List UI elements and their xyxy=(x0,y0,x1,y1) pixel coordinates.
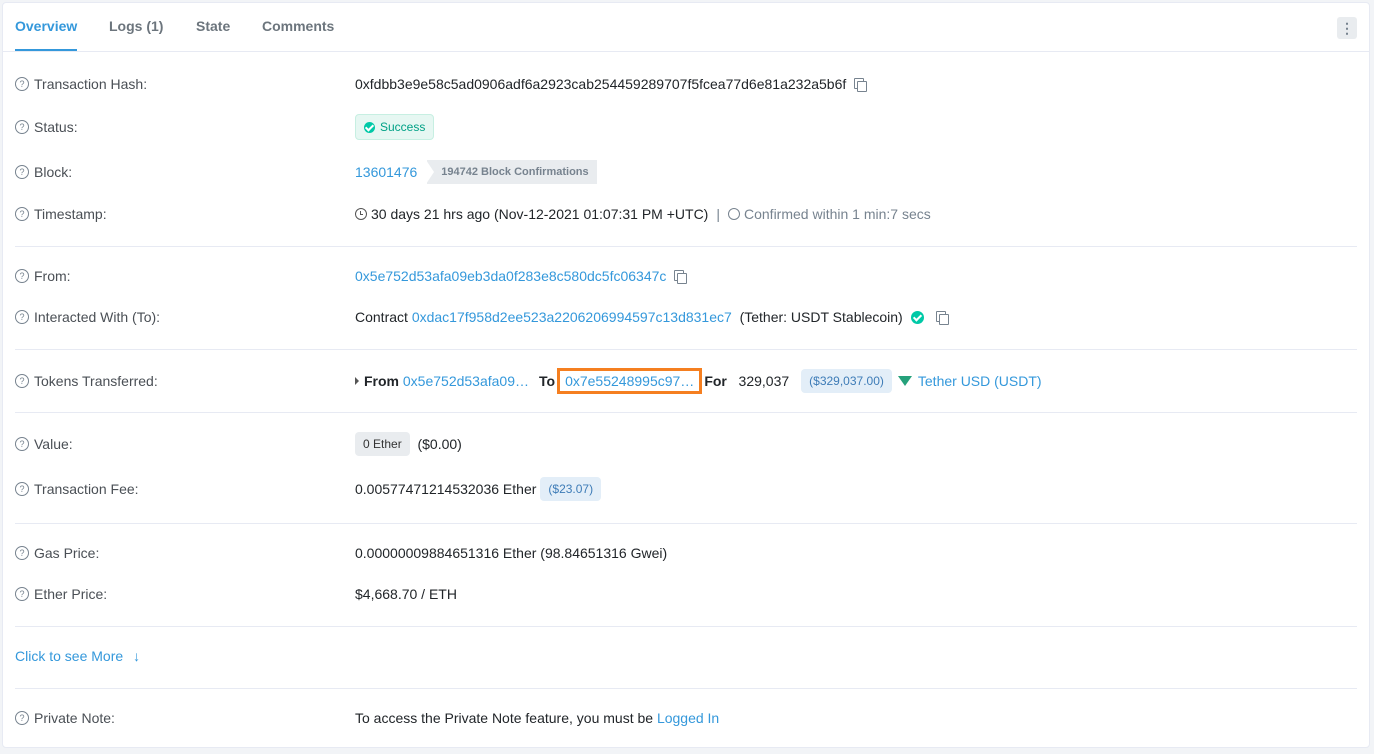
from-address-link[interactable]: 0x5e752d53afa09eb3da0f283e8c580dc5fc0634… xyxy=(355,268,666,284)
divider xyxy=(15,349,1357,350)
fee-usd-badge: ($23.07) xyxy=(540,477,602,501)
label-ether-price: Ether Price: xyxy=(34,586,108,602)
token-to-address-link[interactable]: 0x7e55248995c97… xyxy=(565,373,694,389)
highlight-box: 0x7e55248995c97… xyxy=(557,368,703,394)
stopwatch-icon xyxy=(728,208,740,220)
tab-bar: Overview Logs (1) State Comments ⋮ xyxy=(3,3,1369,52)
label-private-note: Private Note: xyxy=(34,710,115,726)
label-transaction-fee: Transaction Fee: xyxy=(34,481,139,497)
row-tokens-transferred: ? Tokens Transferred: From 0x5e752d53afa0… xyxy=(3,366,1369,396)
row-value: ? Value: 0 Ether ($0.00) xyxy=(3,429,1369,459)
vertical-dots-icon: ⋮ xyxy=(1340,19,1354,36)
clock-icon xyxy=(355,208,367,220)
row-from: ? From: 0x5e752d53afa09eb3da0f283e8c580dc… xyxy=(3,261,1369,291)
token-from-address-link[interactable]: 0x5e752d53afa09… xyxy=(403,373,529,389)
row-ether-price: ? Ether Price: $4,668.70 / ETH xyxy=(3,579,1369,609)
contract-address-link[interactable]: 0xdac17f958d2ee523a2206206994597c13d831e… xyxy=(412,309,732,325)
check-circle-icon xyxy=(364,121,375,133)
divider xyxy=(15,246,1357,247)
confirmed-within-text: Confirmed within 1 min:7 secs xyxy=(744,206,931,222)
row-gas-price: ? Gas Price: 0.00000009884651316 Ether (9… xyxy=(3,538,1369,568)
verified-check-icon xyxy=(910,310,924,324)
divider xyxy=(15,626,1357,627)
see-more-label: Click to see More xyxy=(15,648,124,664)
help-icon[interactable]: ? xyxy=(15,587,29,601)
divider xyxy=(15,412,1357,413)
tether-gem-icon xyxy=(897,376,912,386)
timestamp-value: 30 days 21 hrs ago (Nov-12-2021 01:07:31… xyxy=(371,206,709,222)
copy-icon[interactable] xyxy=(935,310,949,325)
gas-price-value: 0.00000009884651316 Ether (98.84651316 G… xyxy=(355,545,668,561)
value-usd: ($0.00) xyxy=(417,436,462,452)
token-from-label: From xyxy=(364,373,399,389)
label-interacted-with: Interacted With (To): xyxy=(34,309,161,325)
contract-prefix: Contract xyxy=(355,309,408,325)
row-timestamp: ? Timestamp: 30 days 21 hrs ago (Nov-12-2… xyxy=(3,199,1369,229)
divider xyxy=(15,523,1357,524)
separator: | xyxy=(716,206,720,222)
block-number-link[interactable]: 13601476 xyxy=(355,164,417,180)
label-block: Block: xyxy=(34,164,73,180)
row-transaction-hash: ? Transaction Hash: 0xfdbb3e9e58c5ad0906a… xyxy=(3,69,1369,99)
status-badge: Success xyxy=(355,114,435,140)
ether-value-badge: 0 Ether xyxy=(355,432,410,456)
copy-icon[interactable] xyxy=(854,77,868,92)
tab-state[interactable]: State xyxy=(196,3,230,51)
tab-comments[interactable]: Comments xyxy=(262,3,334,51)
arrow-down-icon: ↓ xyxy=(133,648,141,664)
label-status: Status: xyxy=(34,119,78,135)
divider xyxy=(15,688,1357,689)
help-icon[interactable]: ? xyxy=(15,120,29,134)
label-gas-price: Gas Price: xyxy=(34,545,100,561)
token-amount: 329,037 xyxy=(738,373,790,389)
ether-price-value: $4,668.70 / ETH xyxy=(355,586,457,602)
tab-overview[interactable]: Overview xyxy=(15,3,78,51)
caret-right-icon[interactable] xyxy=(355,377,359,385)
tab-logs[interactable]: Logs (1) xyxy=(109,3,163,51)
row-private-note: ? Private Note: To access the Private Not… xyxy=(3,703,1369,733)
help-icon[interactable]: ? xyxy=(15,207,29,221)
help-icon[interactable]: ? xyxy=(15,482,29,496)
label-transaction-hash: Transaction Hash: xyxy=(34,76,148,92)
help-icon[interactable]: ? xyxy=(15,310,29,324)
copy-icon[interactable] xyxy=(674,269,688,284)
private-note-text: To access the Private Note feature, you … xyxy=(355,710,654,726)
token-usd-badge: ($329,037.00) xyxy=(801,369,892,393)
label-tokens-transferred: Tokens Transferred: xyxy=(34,373,158,389)
transaction-hash-value: 0xfdbb3e9e58c5ad0906adf6a2923cab25445928… xyxy=(355,76,847,92)
row-block: ? Block: 13601476 194742 Block Confirmati… xyxy=(3,157,1369,187)
help-icon[interactable]: ? xyxy=(15,546,29,560)
row-transaction-fee: ? Transaction Fee: 0.00577471214532036 Et… xyxy=(3,474,1369,504)
label-from: From: xyxy=(34,268,71,284)
transaction-fee-value: 0.00577471214532036 Ether xyxy=(355,481,537,497)
more-options-button[interactable]: ⋮ xyxy=(1337,17,1357,39)
help-icon[interactable]: ? xyxy=(15,77,29,91)
see-more-link[interactable]: Click to see More ↓ xyxy=(15,641,140,671)
help-icon[interactable]: ? xyxy=(15,374,29,388)
token-for-label: For xyxy=(704,373,727,389)
logged-in-link[interactable]: Logged In xyxy=(657,710,719,726)
help-icon[interactable]: ? xyxy=(15,165,29,179)
transaction-details-card: Overview Logs (1) State Comments ⋮ ? Tran… xyxy=(2,2,1370,748)
help-icon[interactable]: ? xyxy=(15,437,29,451)
help-icon[interactable]: ? xyxy=(15,711,29,725)
status-text: Success xyxy=(380,120,426,134)
row-see-more: Click to see More ↓ xyxy=(3,641,1369,671)
help-icon[interactable]: ? xyxy=(15,269,29,283)
row-interacted-with: ? Interacted With (To): Contract 0xdac17f… xyxy=(3,302,1369,332)
label-value: Value: xyxy=(34,436,73,452)
token-to-label: To xyxy=(539,373,556,389)
token-name-link[interactable]: Tether USD (USDT) xyxy=(918,373,1042,389)
contract-name: (Tether: USDT Stablecoin) xyxy=(739,309,903,325)
block-confirmations-badge: 194742 Block Confirmations xyxy=(426,160,597,184)
row-status: ? Status: Success xyxy=(3,112,1369,142)
label-timestamp: Timestamp: xyxy=(34,206,107,222)
